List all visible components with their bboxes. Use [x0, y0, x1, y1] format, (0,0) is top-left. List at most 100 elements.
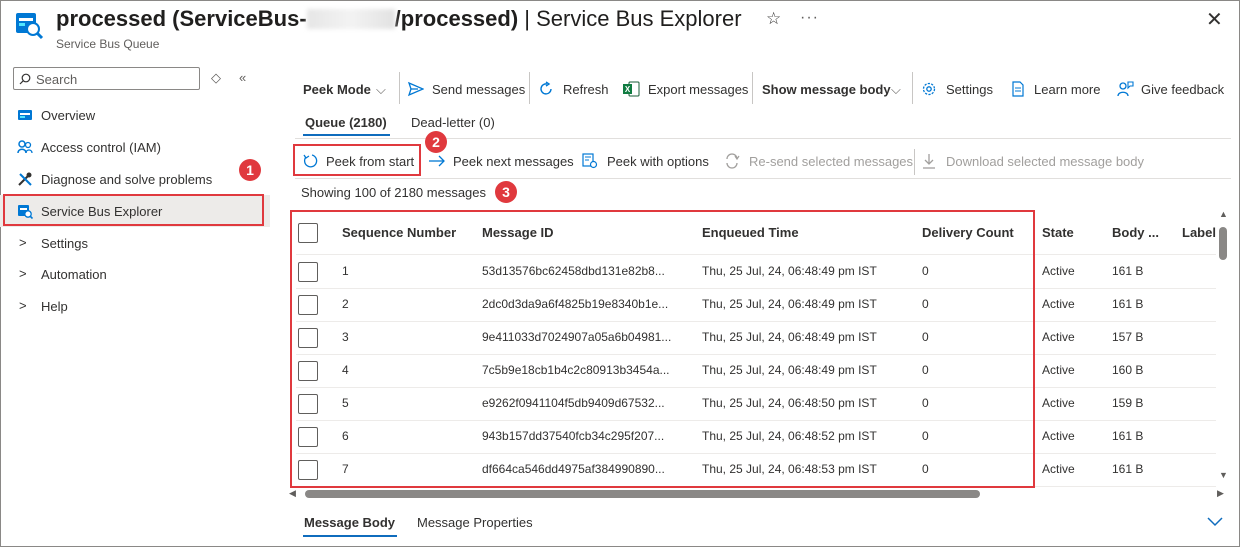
download-icon [923, 154, 935, 169]
page-subtitle: Service Bus Queue [56, 37, 160, 51]
give-feedback-button[interactable]: Give feedback [1117, 78, 1227, 100]
service-bus-explorer-icon [16, 13, 44, 40]
export-messages-label: Export messages [648, 82, 749, 97]
title-app: Service Bus Explorer [536, 6, 742, 31]
svg-text:X: X [625, 85, 631, 94]
chevron-down-icon: ⌵ [891, 82, 901, 97]
peek-next-messages-button[interactable]: Peek next messages [428, 151, 574, 173]
vertical-scroll-thumb[interactable] [1219, 227, 1227, 260]
chevron-right-icon: > [19, 266, 27, 281]
export-messages-button[interactable]: X Export messages [623, 78, 749, 100]
callout-badge-3: 3 [495, 181, 517, 203]
document-icon [1012, 81, 1024, 97]
cell-body-size: 161 B [1112, 297, 1144, 311]
resend-icon [726, 153, 740, 169]
show-message-body-label: Show message body [762, 82, 891, 97]
scroll-left-icon[interactable]: ◀ [289, 488, 296, 499]
tab-active-indicator [303, 134, 390, 136]
refresh-icon [540, 81, 552, 95]
vertical-scrollbar[interactable]: ▲ ▼ [1218, 209, 1228, 485]
settings-button[interactable]: Settings [921, 78, 996, 100]
cell-state: Active [1042, 264, 1075, 278]
tab-queue[interactable]: Queue (2180) [305, 115, 387, 130]
favorite-star-icon[interactable]: ☆ [766, 9, 781, 29]
toolbar-divider [399, 72, 400, 104]
sidebar-item-label: Help [41, 299, 68, 314]
cell-state: Active [1042, 396, 1075, 410]
feedback-icon [1117, 81, 1134, 97]
action-bar-divider [295, 178, 1231, 179]
send-messages-button[interactable]: Send messages [408, 78, 526, 100]
column-header-body-size[interactable]: Body ... [1112, 225, 1159, 240]
close-icon[interactable]: ✕ [1206, 7, 1223, 32]
show-message-body-dropdown[interactable]: Show message body ⌵ [762, 78, 907, 100]
cell-body-size: 157 B [1112, 330, 1144, 344]
column-header-label[interactable]: Label/ [1182, 225, 1216, 240]
send-messages-label: Send messages [432, 82, 526, 97]
tab-message-body[interactable]: Message Body [304, 515, 395, 530]
sidebar-item-label: Automation [41, 267, 107, 282]
horizontal-scroll-thumb[interactable] [305, 490, 980, 498]
download-label: Download selected message body [946, 154, 1145, 169]
search-placeholder: Search [36, 72, 78, 87]
filter-icon[interactable]: ◇ [211, 70, 221, 86]
highlight-box-1 [3, 194, 264, 226]
callout-badge-1: 1 [239, 159, 261, 181]
title-prefix: processed (ServiceBus- [56, 6, 307, 31]
peek-mode-dropdown[interactable]: Peek Mode ⌵ [303, 78, 393, 100]
redacted-namespace [306, 9, 395, 29]
cell-state: Active [1042, 429, 1075, 443]
horizontal-scrollbar[interactable]: ◀ ▶ [289, 488, 1229, 499]
cell-body-size: 161 B [1112, 462, 1144, 476]
collapse-sidebar-icon[interactable]: « [239, 70, 246, 85]
refresh-button[interactable]: Refresh [538, 78, 609, 100]
chevron-down-icon: ⌵ [376, 82, 386, 97]
cell-body-size: 161 B [1112, 264, 1144, 278]
resend-selected-button[interactable]: Re-send selected messages [723, 151, 913, 173]
learn-more-button[interactable]: Learn more [1010, 78, 1105, 100]
learn-more-label: Learn more [1034, 82, 1101, 97]
tab-dead-letter[interactable]: Dead-letter (0) [411, 115, 495, 130]
scroll-down-icon[interactable]: ▼ [1219, 470, 1228, 480]
peek-mode-label: Peek Mode [303, 82, 371, 97]
sidebar-item-iam[interactable]: Access control (IAM) [0, 131, 270, 163]
download-message-body-button[interactable]: Download selected message body [922, 151, 1147, 173]
iam-icon [17, 140, 33, 154]
peek-with-options-button[interactable]: Peek with options [582, 151, 712, 173]
message-count-status: Showing 100 of 2180 messages [301, 185, 487, 200]
resend-label: Re-send selected messages [749, 154, 914, 169]
more-options-icon[interactable]: ··· [800, 9, 819, 27]
title-separator: | [518, 6, 537, 31]
wrench-icon [18, 172, 32, 186]
callout-badge-2: 2 [425, 131, 447, 153]
page-title: processed (ServiceBus- /processed) | Serv… [56, 6, 742, 32]
toolbar-divider [529, 72, 530, 104]
tab-message-properties[interactable]: Message Properties [417, 515, 533, 530]
give-feedback-label: Give feedback [1141, 82, 1225, 97]
sidebar-item-automation[interactable]: > Automation [0, 258, 270, 290]
peek-with-options-label: Peek with options [607, 154, 709, 169]
chevron-right-icon: > [19, 298, 27, 313]
peek-next-label: Peek next messages [453, 154, 574, 169]
scroll-up-icon[interactable]: ▲ [1219, 209, 1228, 219]
scroll-right-icon[interactable]: ▶ [1217, 488, 1224, 499]
chevron-down-icon[interactable] [1207, 517, 1223, 527]
toolbar-divider [752, 72, 753, 104]
sidebar-item-label: Settings [41, 236, 88, 251]
settings-label: Settings [946, 82, 993, 97]
sidebar-item-overview[interactable]: Overview [0, 99, 270, 131]
search-input[interactable]: Search [13, 67, 200, 90]
column-header-state[interactable]: State [1042, 225, 1074, 240]
gear-icon [922, 82, 936, 96]
sidebar-item-settings[interactable]: > Settings [0, 227, 270, 259]
cell-body-size: 159 B [1112, 396, 1144, 410]
sidebar-item-diagnose[interactable]: Diagnose and solve problems [0, 163, 270, 195]
sidebar-item-label: Diagnose and solve problems [41, 172, 213, 187]
highlight-box-3 [290, 210, 1035, 488]
overview-icon [18, 110, 32, 120]
sidebar-item-help[interactable]: > Help [0, 290, 270, 322]
refresh-label: Refresh [563, 82, 609, 97]
cell-state: Active [1042, 363, 1075, 377]
excel-icon: X [623, 81, 640, 97]
cell-body-size: 160 B [1112, 363, 1144, 377]
